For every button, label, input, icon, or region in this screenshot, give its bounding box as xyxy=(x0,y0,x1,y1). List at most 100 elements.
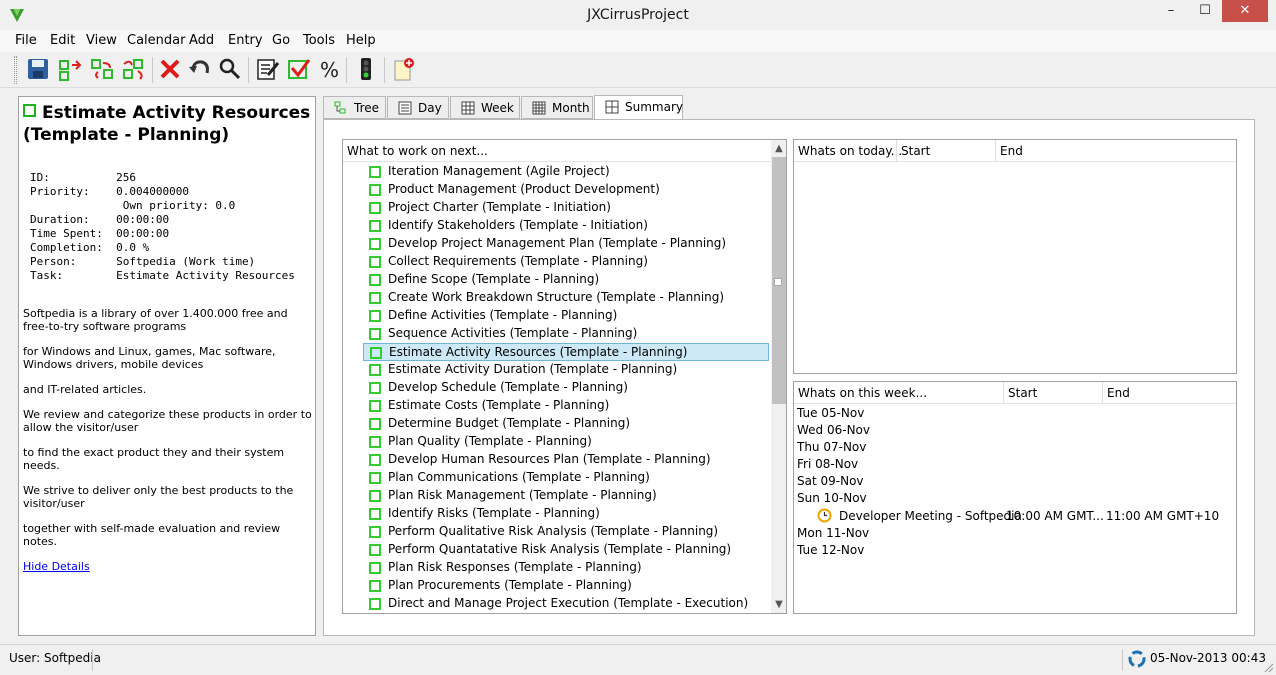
menu-calendar[interactable]: Calendar xyxy=(127,33,185,48)
task-list-item[interactable]: Identify Risks (Template - Planning) xyxy=(363,505,769,523)
task-list-item[interactable]: Develop Schedule (Template - Planning) xyxy=(363,379,769,397)
task-list-item[interactable]: Plan Risk Management (Template - Plannin… xyxy=(363,487,769,505)
checkbox-icon[interactable] xyxy=(369,310,381,322)
task-checkbox-icon[interactable] xyxy=(23,104,36,117)
task-list-item[interactable]: Define Activities (Template - Planning) xyxy=(363,307,769,325)
task-list-item[interactable]: Plan Procurements (Template - Planning) xyxy=(363,577,769,595)
task-list-item[interactable]: Project Charter (Template - Initiation) xyxy=(363,199,769,217)
checkbox-icon[interactable] xyxy=(369,490,381,502)
week-day-row[interactable]: Sat 09-Nov xyxy=(797,474,864,488)
move-in-icon[interactable] xyxy=(120,55,148,83)
next-tasks-scrollbar[interactable]: ▲ ▼ xyxy=(771,140,786,613)
task-list-item[interactable]: Estimate Activity Resources (Template - … xyxy=(363,343,769,361)
task-list-item[interactable]: Plan Quality (Template - Planning) xyxy=(363,433,769,451)
new-note-icon[interactable] xyxy=(390,55,418,83)
percent-icon[interactable]: % xyxy=(316,55,344,83)
week-day-row[interactable]: Wed 06-Nov xyxy=(797,423,870,437)
hide-details-link[interactable]: Hide Details xyxy=(23,560,90,573)
checkbox-icon[interactable] xyxy=(369,202,381,214)
checkbox-icon[interactable] xyxy=(369,166,381,178)
checkbox-icon[interactable] xyxy=(369,454,381,466)
task-list-item[interactable]: Identify Stakeholders (Template - Initia… xyxy=(363,217,769,235)
menu-edit[interactable]: Edit xyxy=(50,33,75,48)
next-tasks-list[interactable]: What to work on next... Iteration Manage… xyxy=(342,139,787,614)
checkbox-icon[interactable] xyxy=(369,472,381,484)
checkbox-icon[interactable] xyxy=(369,382,381,394)
tab-tree[interactable]: Tree xyxy=(323,96,386,119)
task-list-item[interactable]: Estimate Activity Duration (Template - P… xyxy=(363,361,769,379)
task-list-item[interactable]: Sequence Activities (Template - Planning… xyxy=(363,325,769,343)
tab-month[interactable]: Month xyxy=(521,96,593,119)
task-list-item[interactable]: Develop Human Resources Plan (Template -… xyxy=(363,451,769,469)
edit-entry-icon[interactable] xyxy=(254,55,282,83)
task-list-item[interactable]: Collect Requirements (Template - Plannin… xyxy=(363,253,769,271)
undo-icon[interactable] xyxy=(186,55,214,83)
task-list-item[interactable]: Define Scope (Template - Planning) xyxy=(363,271,769,289)
save-icon[interactable] xyxy=(24,55,52,83)
week-day-row[interactable]: Tue 05-Nov xyxy=(797,406,864,420)
week-col-start[interactable]: Start xyxy=(1008,386,1037,400)
checkbox-icon[interactable] xyxy=(369,562,381,574)
task-list-item[interactable]: Direct and Manage Project Execution (Tem… xyxy=(363,595,769,613)
checkbox-icon[interactable] xyxy=(369,220,381,232)
menu-view[interactable]: View xyxy=(86,33,117,48)
week-day-row[interactable]: Sun 10-Nov xyxy=(797,491,867,505)
checkbox-icon[interactable] xyxy=(369,184,381,196)
resize-grip-icon[interactable] xyxy=(1262,661,1274,673)
task-list-item[interactable]: Iteration Management (Agile Project) xyxy=(363,163,769,181)
task-list-item[interactable]: Perform Quantatative Risk Analysis (Temp… xyxy=(363,541,769,559)
tab-day[interactable]: Day xyxy=(387,96,449,119)
menu-file[interactable]: File xyxy=(15,33,37,48)
move-out-icon[interactable] xyxy=(56,55,84,83)
checkbox-icon[interactable] xyxy=(369,508,381,520)
search-icon[interactable] xyxy=(216,55,244,83)
today-col-end[interactable]: End xyxy=(1000,144,1023,158)
move-swap-icon[interactable] xyxy=(88,55,116,83)
checkbox-icon[interactable] xyxy=(369,292,381,304)
week-day-row[interactable]: Thu 07-Nov xyxy=(797,440,866,454)
sync-icon[interactable] xyxy=(1128,650,1146,668)
checkbox-icon[interactable] xyxy=(369,544,381,556)
today-table[interactable]: Whats on today... Start End xyxy=(793,139,1237,374)
checkbox-icon[interactable] xyxy=(369,418,381,430)
checkbox-icon[interactable] xyxy=(369,526,381,538)
menu-add[interactable]: Add xyxy=(189,33,214,48)
scroll-down-icon[interactable]: ▼ xyxy=(771,596,786,613)
week-table[interactable]: Whats on this week... Start End Tue 05-N… xyxy=(793,381,1237,614)
week-col-name[interactable]: Whats on this week... xyxy=(798,386,927,400)
checkbox-icon[interactable] xyxy=(369,598,381,610)
menu-tools[interactable]: Tools xyxy=(303,33,335,48)
checkbox-icon[interactable] xyxy=(370,347,382,359)
week-day-row[interactable]: Tue 12-Nov xyxy=(797,543,864,557)
task-list-item[interactable]: Plan Communications (Template - Planning… xyxy=(363,469,769,487)
maximize-button[interactable]: ☐ xyxy=(1188,0,1222,22)
task-list-item[interactable]: Product Management (Product Development) xyxy=(363,181,769,199)
complete-icon[interactable] xyxy=(285,55,313,83)
week-day-row[interactable]: Mon 11-Nov xyxy=(797,526,869,540)
task-list-item[interactable]: Create Work Breakdown Structure (Templat… xyxy=(363,289,769,307)
checkbox-icon[interactable] xyxy=(369,238,381,250)
checkbox-icon[interactable] xyxy=(369,364,381,376)
tab-week[interactable]: Week xyxy=(450,96,520,119)
menu-go[interactable]: Go xyxy=(272,33,290,48)
scroll-up-icon[interactable]: ▲ xyxy=(771,140,786,157)
menu-entry[interactable]: Entry xyxy=(228,33,263,48)
minimize-button[interactable]: – xyxy=(1154,0,1188,22)
task-list-item[interactable]: Perform Qualitative Risk Analysis (Templ… xyxy=(363,523,769,541)
checkbox-icon[interactable] xyxy=(369,400,381,412)
week-day-row[interactable]: Fri 08-Nov xyxy=(797,457,858,471)
checkbox-icon[interactable] xyxy=(369,328,381,340)
checkbox-icon[interactable] xyxy=(369,580,381,592)
task-list-item[interactable]: Determine Budget (Template - Planning) xyxy=(363,415,769,433)
week-col-end[interactable]: End xyxy=(1107,386,1130,400)
traffic-light-icon[interactable] xyxy=(352,55,380,83)
toolbar-grip[interactable] xyxy=(14,56,17,84)
checkbox-icon[interactable] xyxy=(369,436,381,448)
event-name[interactable]: Developer Meeting - Softpedia xyxy=(839,509,1022,523)
today-col-name[interactable]: Whats on today... xyxy=(798,144,902,158)
task-list-item[interactable]: Estimate Costs (Template - Planning) xyxy=(363,397,769,415)
today-col-start[interactable]: Start xyxy=(901,144,930,158)
delete-icon[interactable] xyxy=(156,55,184,83)
tab-summary[interactable]: Summary xyxy=(594,95,683,120)
checkbox-icon[interactable] xyxy=(369,274,381,286)
